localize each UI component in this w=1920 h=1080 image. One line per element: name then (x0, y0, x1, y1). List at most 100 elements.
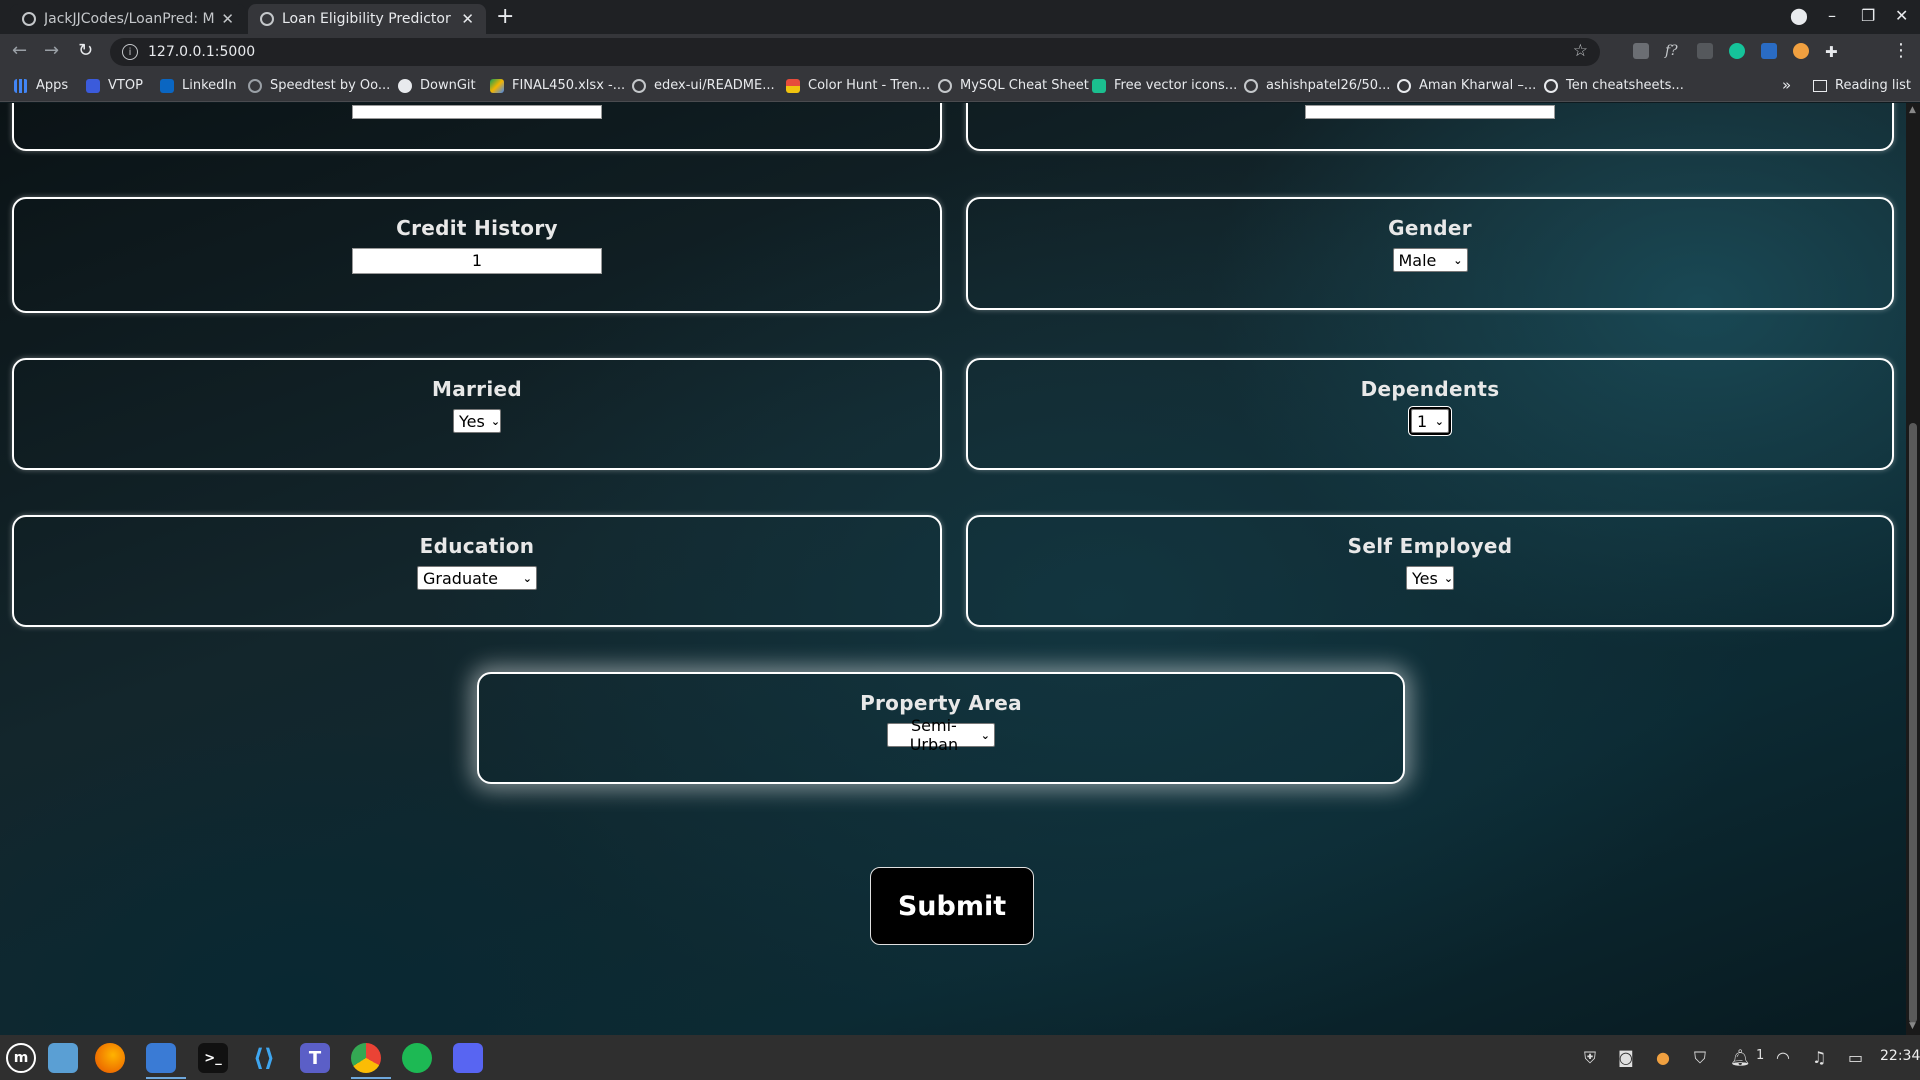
reading-list-button[interactable]: Reading list (1813, 78, 1911, 93)
gender-card: Gender Male ⌄ (966, 197, 1894, 310)
tab-strip: JackJJCodes/LoanPred: ML-b ✕ Loan Eligib… (0, 0, 1920, 34)
bookmark-edex-ui[interactable]: edex-ui/README... (632, 78, 775, 93)
close-icon[interactable]: ✕ (221, 10, 234, 28)
profile-dropdown-icon[interactable]: ⬤ (1790, 6, 1808, 25)
forward-icon[interactable]: → (44, 40, 59, 61)
married-card: Married Yes ⌄ (12, 358, 942, 470)
bookmark-mysql[interactable]: MySQL Cheat Sheet (938, 78, 1089, 93)
clock[interactable]: 22:34 (1880, 1048, 1920, 1064)
notifications-tray-icon[interactable]: 🔔︎ (1730, 1048, 1750, 1067)
bookmark-speedtest[interactable]: Speedtest by Oo... (248, 78, 390, 93)
formula-extension-icon[interactable]: f? (1665, 43, 1681, 59)
tab-loan-predictor[interactable]: Loan Eligibility Predictor ✕ (248, 4, 486, 34)
shield-tray-icon[interactable]: ⛉ (1694, 1048, 1706, 1068)
extension-icon[interactable] (1793, 43, 1809, 59)
update-tray-icon[interactable]: ● (1656, 1048, 1670, 1067)
extensions-puzzle-icon[interactable]: ✚ (1825, 43, 1841, 61)
dependents-select[interactable]: 1 ⌄ (1409, 407, 1451, 435)
dependents-label: Dependents (1360, 377, 1500, 401)
vpn-tray-icon[interactable]: ⛨ (1584, 1048, 1596, 1068)
globe-icon (260, 12, 274, 26)
page-content: Credit History 1 Gender Male ⌄ Married Ye… (0, 103, 1906, 1035)
apps-grid-icon (14, 78, 28, 93)
speedtest-icon (248, 78, 262, 93)
restore-icon[interactable]: ❐ (1861, 6, 1875, 25)
page-scrollbar[interactable]: ▲ ▼ (1906, 103, 1920, 1035)
bookmark-final450[interactable]: FINAL450.xlsx -... (490, 78, 625, 93)
github-icon (1244, 78, 1258, 93)
extension-icon[interactable] (1761, 43, 1777, 59)
window-close-icon[interactable]: ✕ (1895, 6, 1908, 25)
globe-icon (1544, 78, 1558, 93)
form-card-partial-right (966, 103, 1894, 151)
chevron-down-icon: ⌄ (1443, 571, 1454, 585)
bookmark-star-icon[interactable]: ☆ (1573, 41, 1588, 61)
scroll-up-icon[interactable]: ▲ (1909, 105, 1916, 115)
close-icon[interactable]: ✕ (461, 10, 474, 28)
self-employed-select[interactable]: Yes ⌄ (1406, 566, 1454, 590)
battery-tray-icon[interactable]: ▭ (1848, 1048, 1863, 1067)
terminal-icon[interactable]: >_ (198, 1043, 228, 1073)
grammarly-icon[interactable] (1729, 43, 1745, 59)
self-employed-card: Self Employed Yes ⌄ (966, 515, 1894, 627)
credit-history-label: Credit History (396, 216, 558, 240)
partial-input-right[interactable] (1305, 105, 1555, 119)
bookmark-free-vector-icons[interactable]: Free vector icons... (1092, 78, 1237, 93)
discord-icon[interactable] (453, 1043, 483, 1073)
bookmark-apps[interactable]: Apps (14, 78, 68, 93)
chevron-down-icon: ⌄ (1434, 414, 1444, 428)
address-bar[interactable]: i 127.0.0.1:5000 ☆ (110, 38, 1600, 66)
music-tray-icon[interactable]: ♫ (1812, 1048, 1826, 1067)
property-area-label: Property Area (860, 691, 1022, 715)
education-select[interactable]: Graduate ⌄ (417, 566, 537, 590)
freepik-icon (1092, 78, 1106, 93)
more-bookmarks-icon[interactable]: » (1782, 76, 1791, 94)
tab-github[interactable]: JackJJCodes/LoanPred: ML-b ✕ (10, 4, 246, 34)
globe-icon (1397, 78, 1411, 93)
info-icon[interactable]: i (122, 44, 138, 60)
files-icon[interactable] (48, 1043, 78, 1073)
extension-icon[interactable] (1633, 43, 1649, 59)
chrome-icon[interactable] (351, 1043, 381, 1073)
property-area-select[interactable]: Semi-Urban ⌄ (887, 716, 995, 754)
gender-select[interactable]: Male ⌄ (1392, 248, 1468, 272)
married-select[interactable]: Yes ⌄ (453, 409, 501, 433)
vscode-icon[interactable]: ⟨⟩ (249, 1043, 279, 1073)
scroll-down-icon[interactable]: ▼ (1909, 1021, 1916, 1031)
submit-button[interactable]: Submit (870, 867, 1034, 945)
active-app-indicator (351, 1077, 391, 1079)
chevron-down-icon: ⌄ (490, 414, 501, 428)
bookmark-ashishpatel[interactable]: ashishpatel26/50... (1244, 78, 1390, 93)
software-manager-icon[interactable] (146, 1043, 176, 1073)
bookmark-aman-kharwal[interactable]: Aman Kharwal –... (1397, 78, 1536, 93)
reload-icon[interactable]: ↻ (78, 40, 93, 61)
discord-tray-icon[interactable]: ◙ (1618, 1048, 1634, 1067)
bookmark-linkedin[interactable]: LinkedIn (160, 78, 236, 93)
bookmark-downgit[interactable]: DownGit (398, 78, 476, 93)
partial-input-left[interactable] (352, 105, 602, 119)
spotify-icon[interactable] (402, 1043, 432, 1073)
chevron-down-icon: ⌄ (980, 728, 990, 742)
scrollbar-thumb[interactable] (1909, 423, 1917, 1023)
menu-kebab-icon[interactable]: ⋮ (1892, 40, 1910, 61)
dependents-card: Dependents 1 ⌄ (966, 358, 1894, 470)
tab-title: Loan Eligibility Predictor (282, 11, 451, 27)
credit-history-input[interactable]: 1 (352, 248, 602, 274)
reading-list-icon (1813, 79, 1827, 92)
new-tab-icon[interactable]: + (496, 4, 514, 29)
github-icon (22, 12, 36, 26)
bookmark-vtop[interactable]: VTOP (86, 78, 143, 93)
married-label: Married (432, 377, 522, 401)
minimize-icon[interactable]: – (1828, 6, 1836, 25)
bookmark-ten-cheatsheets[interactable]: Ten cheatsheets... (1544, 78, 1684, 93)
back-icon[interactable]: ← (12, 40, 27, 61)
translate-extension-icon[interactable] (1697, 43, 1713, 59)
wifi-tray-icon[interactable]: ◠ (1776, 1048, 1790, 1067)
bookmark-color-hunt[interactable]: Color Hunt - Tren... (786, 78, 930, 93)
os-taskbar: m >_ ⟨⟩ T ⛨ ◙ ● ⛉ 🔔︎ 1 ◠ ♫ ▭ 22:34 (0, 1035, 1920, 1080)
teams-icon[interactable]: T (300, 1043, 330, 1073)
downgit-icon (398, 78, 412, 93)
browser-toolbar: ← → ↻ i 127.0.0.1:5000 ☆ f? ✚ J ⋮ (0, 34, 1920, 97)
firefox-icon[interactable] (95, 1043, 125, 1073)
mint-menu-icon[interactable]: m (6, 1043, 36, 1073)
